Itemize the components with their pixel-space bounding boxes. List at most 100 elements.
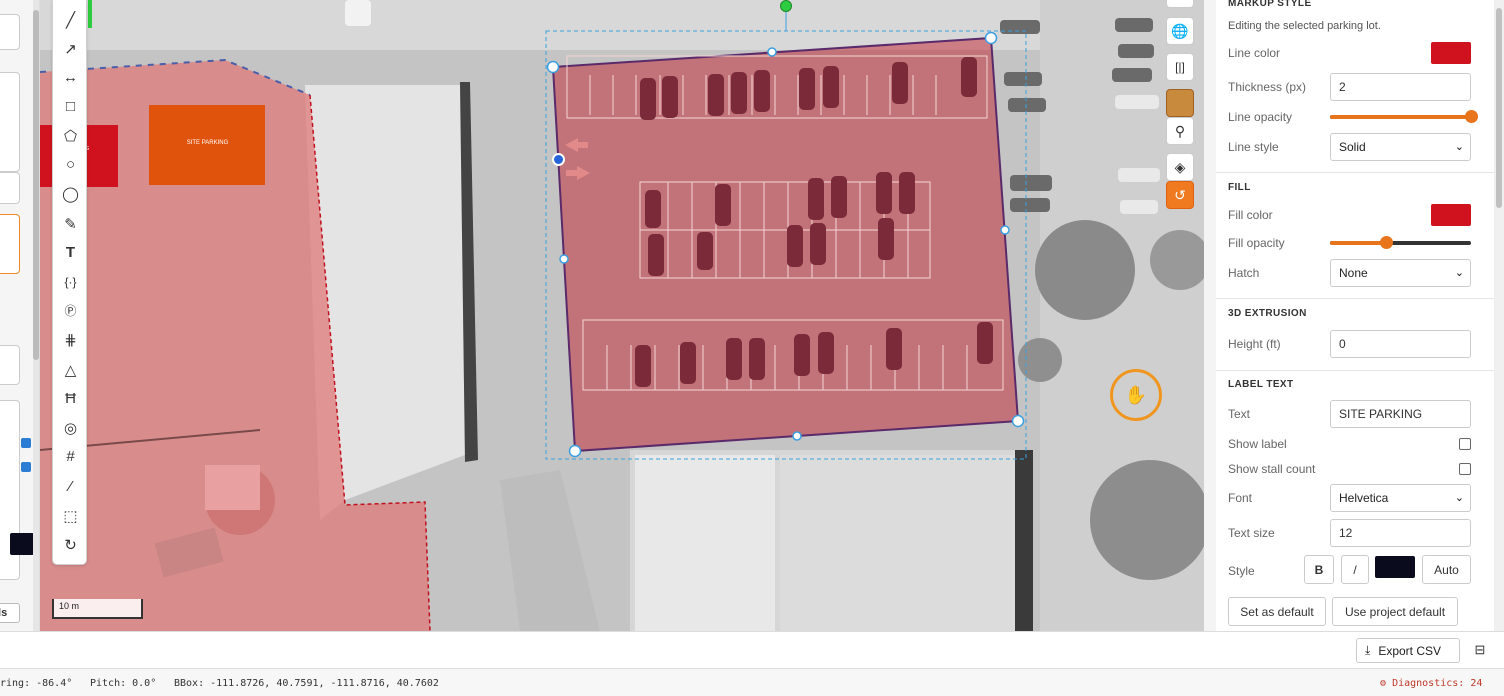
vertex-handle-icon[interactable] (552, 153, 565, 166)
bold-button[interactable]: B (1304, 555, 1334, 584)
status-bar: ring: -86.4° Pitch: 0.0° BBox: -111.8726… (0, 668, 1504, 696)
orange-mode-icon[interactable]: ↺ (1166, 181, 1194, 209)
measure-tool-icon[interactable]: ↔ (53, 64, 88, 91)
rotate-tool-icon[interactable]: ↻ (53, 531, 88, 558)
left-panel-card (0, 72, 20, 172)
bracket-tool-icon[interactable]: {·} (53, 268, 88, 295)
globe-icon[interactable]: 🌐 (1166, 17, 1194, 45)
fill-color-label: Fill color (1228, 208, 1273, 222)
extrusion-title: 3D EXTRUSION (1228, 308, 1307, 319)
hatch-value: None (1339, 266, 1368, 280)
left-panel-details-button[interactable]: ils (0, 603, 20, 623)
height-input[interactable]: 0 (1330, 330, 1471, 358)
gear-icon: ⚙ (1380, 678, 1387, 689)
thickness-input[interactable]: 2 (1330, 73, 1471, 101)
line-color-label: Line color (1228, 46, 1281, 60)
markup-style-subtitle: Editing the selected parking lot. (1228, 20, 1381, 32)
rectangle-tool-icon[interactable]: □ (53, 93, 88, 120)
font-select[interactable]: Helvetica ⌄ (1330, 484, 1471, 512)
line-tool-icon[interactable]: ╱ (53, 6, 88, 33)
hatch-select[interactable]: None ⌄ (1330, 259, 1471, 287)
brush-tool-icon[interactable]: ⁄ (53, 473, 88, 500)
fill-color-swatch[interactable] (1431, 204, 1471, 226)
hand-cursor-icon: ✋ (1110, 369, 1162, 421)
pencil-tool-icon[interactable]: ✎ (53, 210, 88, 237)
divider (1216, 370, 1494, 371)
ellipse-tool-icon[interactable]: ◯ (53, 180, 88, 207)
italic-button[interactable]: / (1341, 555, 1369, 584)
left-panel-field[interactable] (0, 345, 20, 385)
left-side-panel: ils (0, 0, 40, 631)
curve-tool-icon[interactable]: ↗ (53, 35, 88, 62)
ladder-tool-icon[interactable]: Ħ (53, 385, 88, 412)
select-area-tool-icon[interactable]: ⬚ (53, 502, 88, 529)
satellite-layer-icon[interactable] (1166, 89, 1194, 117)
fill-opacity-fill (1330, 241, 1387, 245)
bbox-readout: BBox: -111.8726, 40.7591, -111.8716, 40.… (174, 678, 439, 689)
text-color-swatch[interactable] (1375, 556, 1415, 578)
site-label: SITE PARKING (186, 140, 229, 146)
left-panel-scrollbar-thumb[interactable] (33, 10, 39, 360)
show-stall-count-checkbox[interactable] (1459, 463, 1471, 475)
panel-toggle-icon[interactable]: ⊟ (1472, 642, 1488, 658)
footer-bar (0, 631, 1504, 668)
fill-opacity-label: Fill opacity (1228, 236, 1285, 250)
fill-opacity-slider[interactable] (1330, 236, 1471, 249)
line-opacity-label: Line opacity (1228, 110, 1293, 124)
font-value: Helvetica (1339, 491, 1389, 505)
auto-button[interactable]: Auto (1422, 555, 1471, 584)
chevron-down-icon: ⌄ (1454, 267, 1464, 279)
download-icon: ⤓ (1365, 643, 1371, 657)
markup-style-title: MARKUP STYLE (1228, 0, 1312, 9)
line-opacity-knob[interactable] (1464, 110, 1478, 123)
left-panel-selected-card[interactable] (0, 214, 20, 274)
label-text-title: LABEL TEXT (1228, 379, 1294, 390)
line-style-label: Line style (1228, 140, 1279, 154)
divider (1216, 298, 1494, 299)
divider (1216, 172, 1494, 173)
scale-bar: 10 m (52, 599, 143, 619)
line-style-value: Solid (1339, 140, 1366, 154)
use-project-default-button[interactable]: Use project default (1332, 597, 1458, 626)
green-marker (88, 0, 92, 28)
panel-scrollbar-thumb[interactable] (1496, 8, 1502, 208)
grid-tool-icon[interactable]: # (53, 443, 88, 470)
line-opacity-slider[interactable] (1330, 110, 1478, 123)
left-panel-color-swatch[interactable] (10, 533, 34, 555)
line-color-swatch[interactable] (1431, 42, 1471, 64)
diagnostics-status[interactable]: ⚙ Diagnostics: 24 (1380, 678, 1482, 689)
left-panel-checkbox[interactable] (21, 438, 31, 448)
set-as-default-button[interactable]: Set as default (1228, 597, 1326, 626)
pin-icon[interactable]: ⚲ (1166, 117, 1194, 145)
text-size-label: Text size (1228, 526, 1275, 540)
brackets-icon[interactable]: [|] (1166, 53, 1194, 81)
diagnostics-label: Diagnostics: 24 (1392, 678, 1483, 689)
circle-tool-icon[interactable]: ○ (53, 151, 88, 178)
target-tool-icon[interactable]: ◎ (53, 414, 88, 441)
map-canvas[interactable]: SITE PARKING SITE PARKING (40, 0, 1204, 631)
export-csv-button[interactable]: ⤓ Export CSV (1356, 638, 1460, 663)
fill-opacity-knob[interactable] (1379, 236, 1393, 249)
style-label: Style (1228, 564, 1255, 578)
label-text-input[interactable]: SITE PARKING (1330, 400, 1471, 428)
show-label-checkbox[interactable] (1459, 438, 1471, 450)
left-panel-checkbox[interactable] (21, 462, 31, 472)
line-style-select[interactable]: Solid ⌄ (1330, 133, 1471, 161)
left-panel-field[interactable] (0, 172, 20, 204)
parking-tool-icon[interactable]: Ⓟ (53, 297, 88, 324)
show-label-label: Show label (1228, 437, 1287, 451)
hatch-label: Hatch (1228, 266, 1260, 280)
app: ils (0, 0, 1504, 696)
fill-title: FILL (1228, 182, 1251, 193)
text-size-input[interactable]: 12 (1330, 519, 1471, 547)
left-panel-field[interactable] (0, 14, 20, 50)
height-label: Height (ft) (1228, 337, 1281, 351)
bearing-readout: ring: -86.4° (0, 678, 73, 689)
map-control-top[interactable] (1166, 0, 1194, 8)
layers-icon[interactable]: ◈ (1166, 153, 1194, 181)
rotate-handle-icon[interactable] (780, 0, 792, 12)
stalls-tool-icon[interactable]: ⋕ (53, 326, 88, 353)
text-tool-icon[interactable]: T (53, 239, 88, 266)
path-tool-icon[interactable]: △ (53, 356, 88, 383)
polygon-tool-icon[interactable]: ⬠ (53, 122, 88, 149)
